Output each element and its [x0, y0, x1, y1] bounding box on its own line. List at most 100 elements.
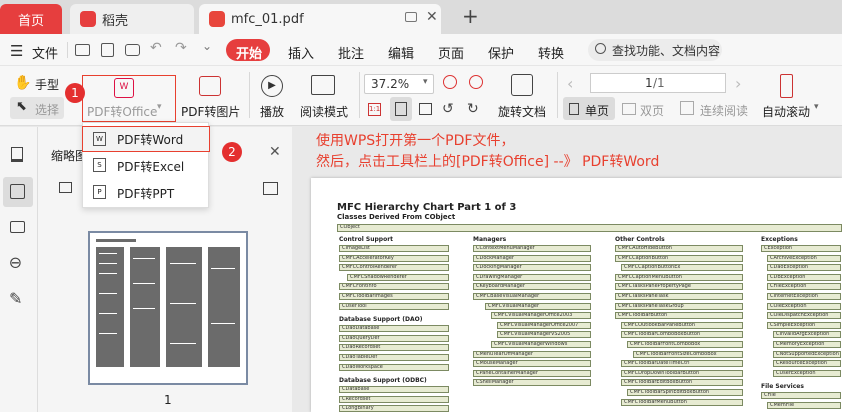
class-box: CMFCVisualManagerOffice2003 [491, 312, 591, 320]
new-tab-button[interactable]: + [462, 4, 479, 28]
pdf-to-office-label: PDF转Office [87, 105, 158, 119]
excel-file-icon: S [93, 158, 106, 172]
class-box: CSimpleException [767, 321, 841, 329]
file-menu[interactable]: 文件 [32, 43, 58, 62]
class-box: CDaoException [767, 264, 841, 272]
section-heading: Database Support (ODBC) [339, 377, 427, 385]
class-box: CPaneContainerManager [473, 369, 591, 377]
play-icon[interactable]: ▶ [261, 75, 283, 97]
open-folder-icon[interactable] [75, 44, 90, 56]
hand-icon[interactable]: ✋ [14, 75, 31, 91]
pdf-to-office-dropdown: W PDF转Word S PDF转Excel P PDF转PPT [82, 122, 210, 208]
thumbnail-icon [10, 184, 25, 199]
double-page-icon[interactable] [622, 103, 636, 115]
step-badge-2: 2 [222, 142, 242, 162]
page-thumbnail[interactable] [88, 231, 248, 385]
image-icon[interactable] [59, 182, 72, 193]
class-box: CDaoRecordset [339, 344, 449, 352]
actual-size-icon[interactable]: 1:1 [368, 103, 381, 116]
continuous-read-icon[interactable] [680, 101, 694, 115]
ribbon: ✋ 手型 ⬉ 选择 W PDF转Office ▾ PDF转图片 ▶ 播放 阅读模… [0, 66, 842, 126]
previous-page-icon[interactable]: ‹ [567, 74, 573, 93]
auto-scroll-icon[interactable] [780, 74, 793, 98]
single-page-icon [569, 103, 579, 115]
image-icon[interactable] [263, 182, 278, 195]
tab-edit[interactable]: 编辑 [388, 43, 414, 62]
save-icon[interactable] [101, 43, 114, 57]
title-bar: 首页 稻壳 mfc_01.pdf ✕ + [0, 0, 842, 34]
tab-home[interactable]: 首页 [0, 4, 62, 34]
class-box: CMFCOutlookBarPaneButton [621, 321, 743, 329]
section-heading: Database Support (DAO) [339, 316, 423, 324]
redo-icon[interactable]: ↷ [175, 40, 187, 56]
search-box[interactable]: 查找功能、文档内容 [588, 39, 722, 61]
read-mode-icon[interactable] [311, 75, 335, 95]
class-box: CInternetException [767, 293, 841, 300]
section-heading: Managers [473, 236, 507, 243]
rotate-left-icon[interactable]: ↺ [442, 101, 454, 117]
continuous-read-label[interactable]: 连续阅读 [700, 102, 748, 119]
hamburger-menu-icon[interactable]: ☰ [10, 42, 23, 60]
tab-docer[interactable]: 稻壳 [70, 4, 194, 34]
tab-protect[interactable]: 保护 [488, 43, 514, 62]
class-box: CFile [761, 392, 841, 400]
class-box: CMemFile [767, 402, 841, 409]
close-tab-icon[interactable]: ✕ [426, 9, 438, 25]
rotate-document-label[interactable]: 旋转文档 [498, 103, 546, 120]
instruction-line-1: 使用WPS打开第一个PDF文件， [316, 133, 515, 149]
zoom-select[interactable]: 37.2% ▾ [364, 74, 434, 94]
attachment-icon[interactable]: ⊘ [4, 251, 27, 274]
class-box: CResourceException [773, 360, 841, 368]
read-mode-label[interactable]: 阅读模式 [300, 103, 348, 120]
class-box: CDockManager [473, 254, 591, 262]
menu-item-pdf-to-ppt[interactable]: P PDF转PPT [83, 180, 208, 206]
chevron-down-icon[interactable]: ⌄ [202, 39, 212, 53]
menu-item-pdf-to-word[interactable]: W PDF转Word [82, 126, 210, 152]
tab-pdf-document[interactable]: mfc_01.pdf ✕ [199, 4, 441, 34]
class-box: CContextMenuManager [473, 245, 591, 252]
undo-icon[interactable]: ↶ [150, 40, 162, 56]
class-box: COleException [767, 302, 841, 310]
class-box: CDrawingManager [473, 273, 591, 281]
instruction-line-2: 然后，点击工具栏上的[PDF转Office] --》 PDF转Word [316, 154, 660, 170]
tab-convert[interactable]: 转换 [538, 43, 564, 62]
pdf-file-icon [209, 11, 225, 27]
page-number-input[interactable]: 1 /1 [590, 73, 726, 93]
tab-home-label: 首页 [17, 13, 44, 29]
close-panel-icon[interactable]: ✕ [269, 144, 281, 160]
class-box: CMouseManager [473, 360, 591, 368]
class-box: CMFCVisualManagerOffice2007 [497, 321, 591, 329]
pdf-page[interactable]: MFC Hierarchy Chart Part 1 of 3 Classes … [311, 178, 842, 412]
auto-scroll-label[interactable]: 自动滚动 [762, 103, 810, 120]
rotate-document-icon[interactable] [511, 74, 533, 96]
play-label[interactable]: 播放 [260, 103, 284, 120]
chevron-down-icon: ▾ [157, 102, 162, 112]
tab-page[interactable]: 页面 [438, 43, 464, 62]
restore-window-icon[interactable] [405, 12, 417, 22]
comment-icon[interactable] [10, 221, 25, 233]
pdf-to-image-label[interactable]: PDF转图片 [181, 103, 240, 120]
tab-insert[interactable]: 插入 [288, 43, 314, 62]
chevron-down-icon: ▾ [814, 102, 819, 112]
rotate-right-icon[interactable]: ↻ [467, 101, 479, 117]
left-sidebar: ⊘ ✎ [0, 127, 38, 412]
class-box: CMFCTasksPanePropertyPage [615, 283, 743, 291]
class-box: CMFCFontInfo [339, 283, 449, 291]
menu-item-pdf-to-excel[interactable]: S PDF转Excel [83, 153, 208, 179]
next-page-icon[interactable]: › [735, 74, 741, 93]
hand-tool-label[interactable]: 手型 [35, 76, 59, 93]
print-icon[interactable] [125, 44, 140, 56]
double-page-label[interactable]: 双页 [640, 102, 664, 119]
zoom-in-icon[interactable] [469, 75, 483, 89]
zoom-out-icon[interactable] [443, 75, 457, 89]
zoom-value: 37.2% [371, 77, 410, 91]
class-box: CRecordset [339, 395, 449, 403]
tab-annotate[interactable]: 批注 [338, 43, 364, 62]
bookmark-icon[interactable] [11, 147, 23, 162]
pdf-to-image-icon[interactable] [199, 76, 221, 96]
pdf-to-office-icon: W [114, 78, 134, 98]
class-box: CMFCVisualManager [485, 302, 591, 310]
signature-icon[interactable]: ✎ [9, 289, 22, 308]
fit-width-icon[interactable] [419, 103, 432, 115]
thumbnail-preview [96, 239, 240, 367]
